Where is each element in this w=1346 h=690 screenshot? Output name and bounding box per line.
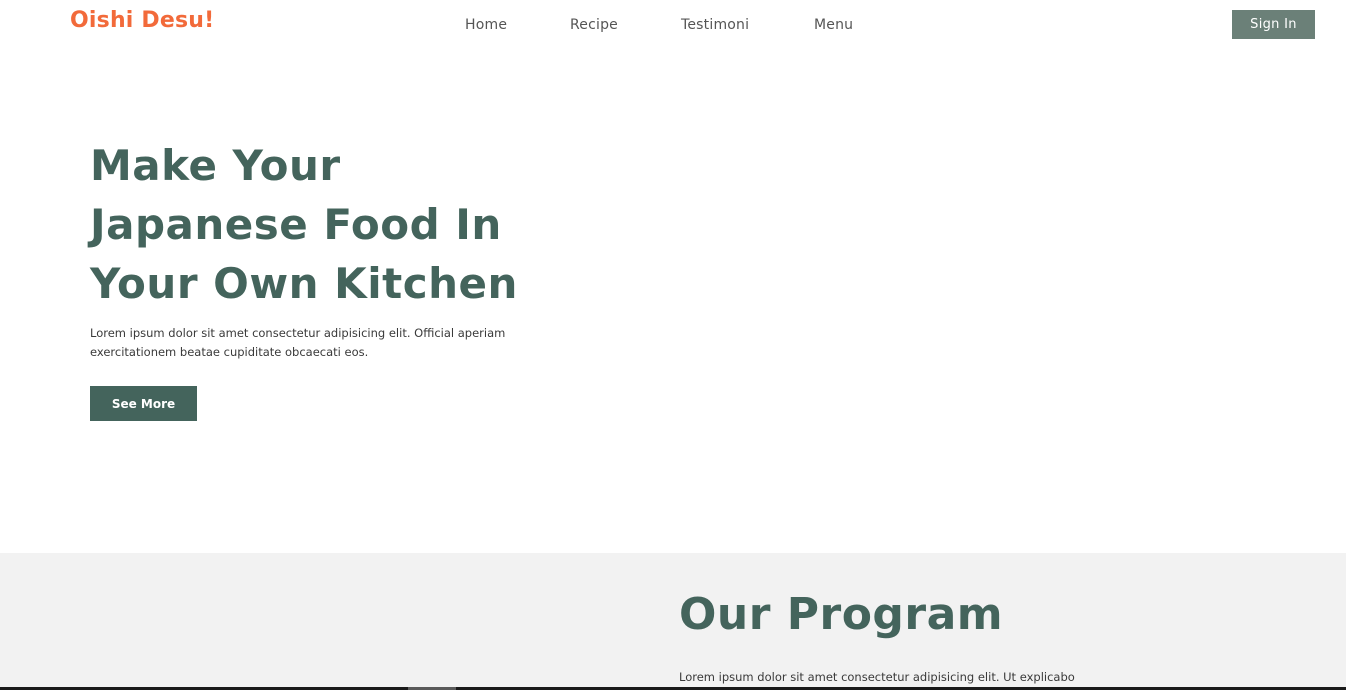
program-title: Our Program bbox=[679, 589, 1004, 640]
hero-title: Make Your Japanese Food In Your Own Kitc… bbox=[90, 141, 518, 308]
hero-section: Make Your Japanese Food In Your Own Kitc… bbox=[0, 54, 1346, 553]
nav-link-home[interactable]: Home bbox=[465, 17, 507, 33]
navbar: Oishi Desu! Home Recipe Testimoni Menu S… bbox=[0, 0, 1346, 54]
see-more-button[interactable]: See More bbox=[90, 386, 197, 421]
sign-in-button[interactable]: Sign In bbox=[1232, 10, 1315, 39]
hero-description: Lorem ipsum dolor sit amet consectetur a… bbox=[90, 326, 506, 359]
nav-link-recipe[interactable]: Recipe bbox=[570, 17, 618, 33]
brand-logo[interactable]: Oishi Desu! bbox=[70, 8, 214, 33]
nav-link-menu[interactable]: Menu bbox=[814, 17, 853, 33]
program-description: Lorem ipsum dolor sit amet consectetur a… bbox=[679, 670, 1075, 684]
nav-link-testimoni[interactable]: Testimoni bbox=[681, 17, 749, 33]
program-section: Our Program Lorem ipsum dolor sit amet c… bbox=[0, 553, 1346, 690]
